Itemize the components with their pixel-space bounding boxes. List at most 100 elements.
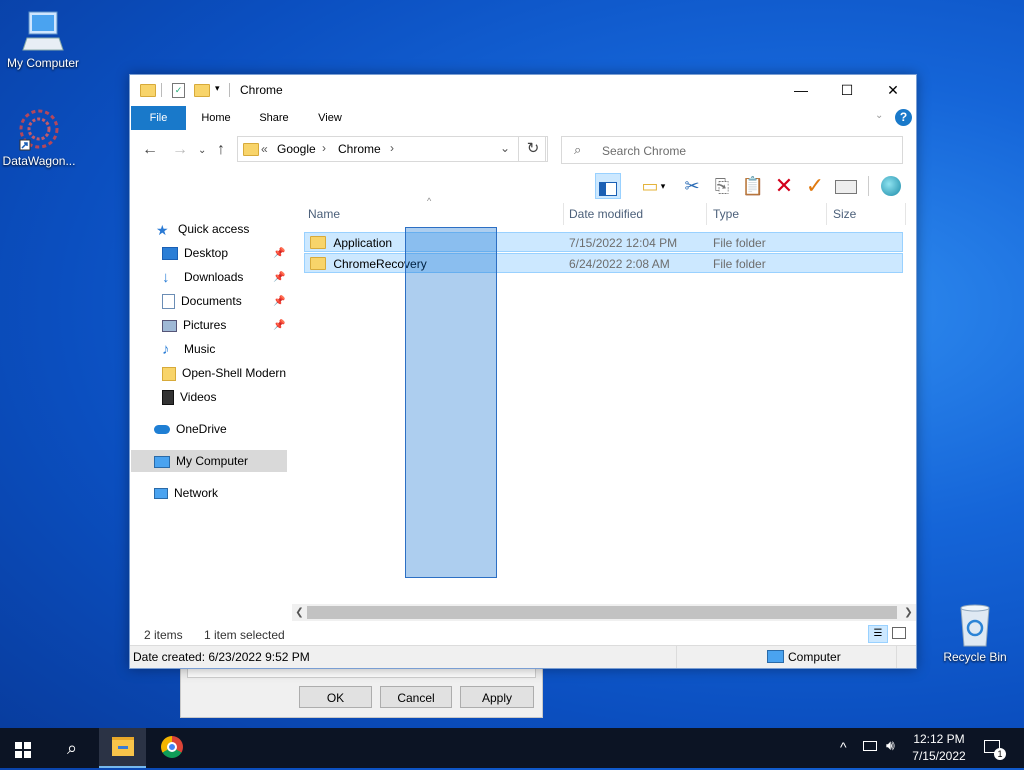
breadcrumb-item-google[interactable]: Google [277, 142, 316, 156]
pin-icon[interactable]: 📌 [273, 248, 285, 259]
help-icon[interactable]: ? [895, 109, 912, 126]
sidebar-item-quick-access[interactable]: ★ Quick access [156, 218, 249, 240]
back-arrow-icon[interactable]: ← [142, 141, 158, 159]
details-bar: Date created: 6/23/2022 9:52 PM Computer [130, 645, 916, 668]
pin-icon[interactable]: 📌 [273, 272, 285, 283]
ok-button[interactable]: OK [299, 686, 372, 708]
document-icon [162, 294, 175, 310]
scroll-right-icon[interactable]: ❯ [901, 604, 916, 621]
tab-share[interactable]: Share [252, 106, 296, 130]
file-type-cell: File folder [713, 236, 766, 250]
chevron-right-icon[interactable]: › [390, 141, 394, 155]
column-separator[interactable] [905, 203, 906, 225]
refresh-button[interactable]: ↻ [518, 136, 548, 162]
sidebar-item-videos[interactable]: Videos [162, 386, 216, 408]
volume-icon[interactable]: 🔊︎ [886, 737, 895, 754]
sidebar-item-open-shell-modern[interactable]: Open-Shell Modern [162, 362, 288, 384]
dropdown-icon[interactable]: ▾ [657, 173, 669, 199]
paste-icon[interactable]: 📋 [740, 173, 766, 199]
selection-count: 1 item selected [204, 628, 285, 642]
toolbar-divider [868, 176, 869, 196]
properties-toolbar-icon[interactable] [833, 173, 859, 199]
notification-count-badge: 1 [994, 748, 1006, 760]
desktop-icon-my-computer[interactable]: My Computer [0, 8, 86, 70]
cloud-icon [154, 425, 170, 435]
item-count: 2 items [144, 628, 183, 642]
tab-file[interactable]: File [131, 106, 186, 130]
column-separator[interactable] [826, 203, 827, 225]
start-button[interactable] [0, 728, 46, 768]
sidebar-item-label: Downloads [184, 270, 244, 284]
forward-arrow-icon[interactable]: → [172, 141, 188, 159]
computer-icon [22, 11, 64, 51]
pin-icon[interactable]: 📌 [273, 320, 285, 331]
desktop-icon-datawagon[interactable]: DataWagon... [0, 106, 82, 168]
taskbar-file-explorer[interactable] [99, 728, 146, 768]
minimize-button[interactable]: — [778, 75, 824, 105]
rename-check-icon[interactable]: ✓ [802, 173, 828, 199]
sidebar-item-network[interactable]: Network [154, 482, 218, 504]
scroll-left-icon[interactable]: ❮ [292, 604, 307, 621]
qat-dropdown-icon[interactable]: ▾ [215, 83, 220, 94]
large-icons-view-icon[interactable] [892, 627, 906, 639]
location-label: Computer [788, 650, 841, 664]
sidebar-item-label: Network [174, 486, 219, 500]
file-row-application[interactable]: Application 7/15/2022 12:04 PM File fold… [304, 232, 903, 252]
file-name: Application [333, 236, 393, 250]
network-icon [154, 488, 168, 500]
maximize-button[interactable]: ☐ [824, 75, 870, 105]
music-note-icon: ♪ [162, 340, 170, 358]
network-tray-icon[interactable] [863, 741, 877, 751]
cancel-button[interactable]: Cancel [380, 686, 452, 708]
address-dropdown-icon[interactable]: ⌄ [500, 141, 510, 155]
search-input[interactable]: ⌕ Search Chrome [561, 136, 903, 164]
breadcrumb-overflow[interactable]: « [261, 142, 268, 156]
column-separator[interactable] [563, 203, 564, 225]
column-header-name[interactable]: Name [308, 203, 340, 225]
recent-locations-icon[interactable]: ⌄ [198, 145, 206, 156]
file-date-cell: 7/15/2022 12:04 PM [569, 236, 678, 250]
scrollbar-thumb[interactable] [307, 606, 897, 619]
file-name-cell: Application [310, 233, 392, 253]
search-button[interactable]: ⌕ [49, 728, 95, 768]
details-view-icon[interactable]: ☰ [868, 625, 888, 643]
file-row-chromerecovery[interactable]: ChromeRecovery 6/24/2022 2:08 AM File fo… [304, 253, 903, 273]
sidebar-item-pictures[interactable]: Pictures [162, 314, 226, 336]
shell-menu-icon[interactable] [878, 173, 904, 199]
column-header-type[interactable]: Type [713, 203, 739, 225]
copy-icon[interactable]: ⎘ [709, 173, 735, 199]
sidebar-item-music[interactable]: ♪ Music [162, 338, 215, 360]
clock-time[interactable]: 12:12 PM [908, 732, 970, 746]
sidebar-item-onedrive[interactable]: OneDrive [154, 418, 227, 440]
sidebar-item-downloads[interactable]: ↓ Downloads [162, 266, 243, 288]
desktop-icon-recycle-bin[interactable]: Recycle Bin [932, 602, 1018, 664]
delete-icon[interactable]: ✕ [771, 173, 797, 199]
sidebar-item-documents[interactable]: Documents [162, 290, 242, 312]
tray-overflow-icon[interactable]: ^ [840, 739, 847, 755]
address-bar[interactable]: « Google › Chrome › ⌄ [237, 136, 546, 162]
preview-pane-icon[interactable] [595, 173, 621, 199]
apply-button[interactable]: Apply [460, 686, 534, 708]
properties-icon[interactable]: ✓ [172, 83, 185, 98]
taskbar-chrome[interactable] [149, 728, 195, 768]
tab-view[interactable]: View [308, 106, 352, 130]
computer-icon [767, 650, 784, 663]
breadcrumb-item-chrome[interactable]: Chrome [338, 142, 381, 156]
up-arrow-icon[interactable]: ↑ [217, 141, 225, 159]
column-header-size[interactable]: Size [833, 203, 856, 225]
column-separator[interactable] [706, 203, 707, 225]
new-folder-icon[interactable] [194, 84, 210, 98]
sidebar-item-my-computer[interactable]: My Computer [131, 450, 287, 472]
sidebar-item-label: Pictures [183, 318, 227, 332]
clock-date[interactable]: 7/15/2022 [908, 749, 970, 763]
column-header-date-modified[interactable]: Date modified [569, 203, 643, 225]
close-button[interactable]: ✕ [870, 75, 916, 105]
tab-home[interactable]: Home [194, 106, 238, 130]
cut-icon[interactable]: ✂ [679, 173, 705, 199]
horizontal-scrollbar[interactable]: ❮ ❯ [292, 604, 916, 621]
pin-icon[interactable]: 📌 [273, 296, 285, 307]
search-icon: ⌕ [66, 738, 78, 758]
sidebar-item-desktop[interactable]: Desktop [162, 242, 228, 264]
datawagon-icon [19, 109, 59, 151]
ribbon-expand-icon[interactable]: ⌄ [875, 110, 883, 121]
